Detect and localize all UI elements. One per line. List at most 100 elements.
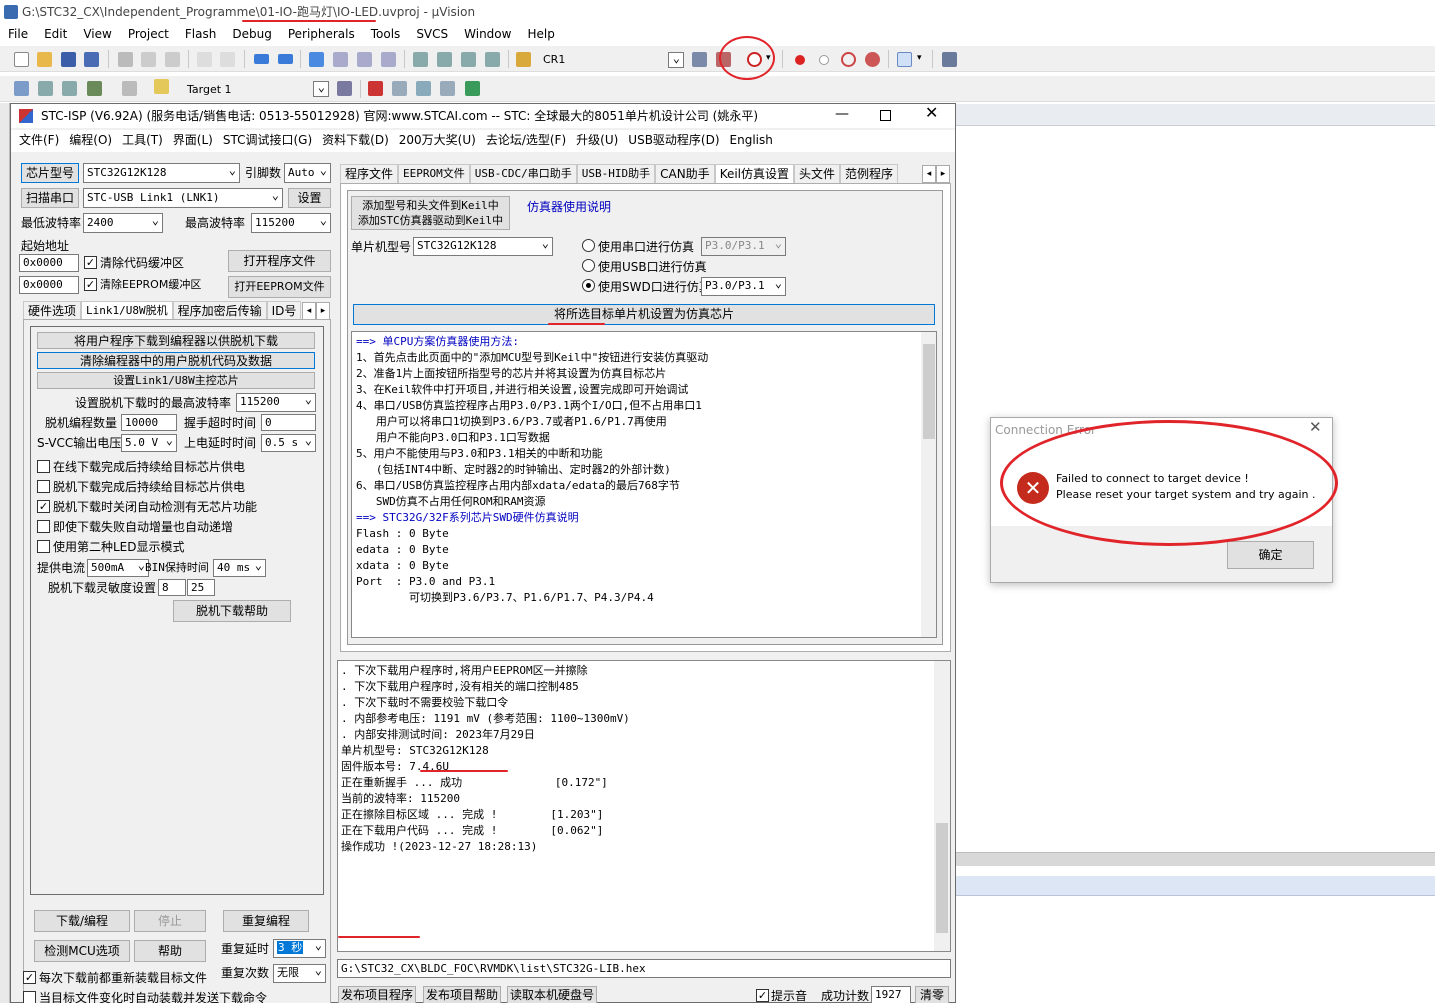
comment-icon[interactable] — [461, 52, 476, 67]
radio-usb-sim[interactable] — [582, 259, 595, 272]
target-options-icon[interactable] — [337, 81, 352, 96]
open-program-button[interactable]: 打开程序文件 — [228, 250, 331, 272]
bookmark-icon[interactable] — [309, 52, 324, 67]
beep-checkbox[interactable]: ✓ — [756, 989, 769, 1002]
port-select[interactable]: STC-USB Link1 (LNK1) — [83, 188, 283, 208]
offline-max-baud-select[interactable]: 115200 — [236, 393, 316, 412]
menu-project[interactable]: Project — [120, 24, 177, 44]
tab-encrypted[interactable]: 程序加密后传输 — [172, 301, 267, 320]
download-to-programmer-button[interactable]: 将用户程序下载到编程器以供脱机下载 — [37, 332, 315, 349]
min-baud-select[interactable]: 2400 — [83, 213, 163, 233]
tab-can[interactable]: CAN助手 — [655, 164, 715, 183]
save-icon[interactable] — [61, 52, 76, 67]
redo-icon[interactable] — [220, 52, 235, 67]
tab-eeprom-file[interactable]: EEPROM文件 — [398, 164, 470, 183]
read-disk-id-button[interactable]: 读取本机硬盘号 — [507, 986, 597, 1003]
cb-led-mode[interactable] — [37, 540, 50, 553]
build-icon[interactable] — [38, 81, 53, 96]
tab-header[interactable]: 头文件 — [794, 164, 841, 183]
help-scrollbar[interactable] — [921, 332, 936, 637]
download-program-button[interactable]: 下载/编程 — [34, 910, 130, 932]
eeprom-address-input[interactable]: 0x0000 — [19, 276, 79, 294]
tab-examples[interactable]: 范例程序 — [840, 164, 899, 183]
uvision-splitter[interactable] — [956, 852, 1435, 866]
stc-menu-tools[interactable]: 工具(T) — [117, 130, 168, 152]
clear-offline-code-button[interactable]: 清除编程器中的用户脱机代码及数据 — [37, 352, 315, 369]
new-file-icon[interactable] — [14, 52, 29, 67]
cb-auto-increment[interactable] — [37, 520, 50, 533]
stc-menu-debug-port[interactable]: STC调试接口(G) — [218, 130, 317, 152]
repeat-count-select[interactable]: 无限 — [273, 964, 326, 983]
menu-debug[interactable]: Debug — [224, 24, 279, 44]
publish-program-button[interactable]: 发布项目程序 — [338, 986, 416, 1003]
chip-model-button[interactable]: 芯片型号 — [21, 163, 79, 183]
breakpoint-disable-icon[interactable] — [819, 55, 829, 65]
find-in-files-icon[interactable] — [516, 52, 531, 67]
rebuild-icon[interactable] — [62, 81, 77, 96]
max-baud-select[interactable]: 115200 — [251, 213, 331, 233]
nav-forward-icon[interactable] — [278, 54, 293, 64]
find-combo-dropdown[interactable] — [668, 52, 684, 68]
log-scrollbar[interactable] — [934, 661, 950, 951]
simulator-manual-link[interactable]: 仿真器使用说明 — [527, 199, 611, 215]
breakpoint-kill-all-icon[interactable] — [865, 52, 880, 67]
clear-code-checkbox[interactable]: ✓ — [84, 256, 97, 269]
code-address-input[interactable]: 0x0000 — [19, 254, 79, 272]
swd-pin-select[interactable]: P3.0/P3.1 — [701, 277, 786, 296]
stc-menu-english[interactable]: English — [725, 130, 778, 152]
find-icon[interactable] — [692, 52, 707, 67]
current-select[interactable]: 500mA — [87, 559, 149, 577]
tab-usb-cdc[interactable]: USB-CDC/串口助手 — [469, 164, 577, 183]
serial-pin-select[interactable]: P3.0/P3.1 — [701, 237, 786, 256]
set-sim-chip-button[interactable]: 将所选目标单片机设置为仿真芯片 — [353, 304, 935, 325]
close-icon[interactable]: ✕ — [925, 105, 938, 121]
menu-file[interactable]: File — [0, 24, 36, 44]
pins-select[interactable]: Auto — [284, 163, 331, 183]
translate-icon[interactable] — [14, 81, 29, 96]
manage-components-icon[interactable] — [368, 81, 383, 96]
chip-model-select[interactable]: STC32G12K128 — [83, 163, 240, 183]
stc-menu-forum[interactable]: 去论坛/选型(F) — [481, 130, 571, 152]
tab-scroll-left-icon[interactable]: ◂ — [302, 302, 316, 320]
menu-flash[interactable]: Flash — [177, 24, 224, 44]
dialog-close-icon[interactable]: ✕ — [1309, 419, 1322, 435]
right-tab-scroll-right-icon[interactable]: ▸ — [936, 165, 950, 183]
cut-icon[interactable] — [118, 52, 133, 67]
add-to-keil-button[interactable]: 添加型号和头文件到Keil中 添加STC仿真器驱动到Keil中 — [351, 196, 510, 230]
find-combo[interactable]: CR1 — [543, 52, 565, 68]
bookmark-clear-icon[interactable] — [381, 52, 396, 67]
scan-port-button[interactable]: 扫描串口 — [21, 188, 79, 208]
log-scroll-thumb[interactable] — [936, 823, 948, 933]
hex-path-field[interactable]: G:\STC32_CX\BLDC_FOC\RVMDK\list\STC32G-L… — [337, 959, 951, 978]
menu-peripherals[interactable]: Peripherals — [280, 24, 363, 44]
tab-hardware-options[interactable]: 硬件选项 — [23, 301, 82, 320]
uncomment-icon[interactable] — [485, 52, 500, 67]
stop-build-icon[interactable] — [122, 81, 137, 96]
batch-build-icon[interactable] — [87, 81, 102, 96]
publish-help-button[interactable]: 发布项目帮助 — [423, 986, 501, 1003]
stc-menu-upgrade[interactable]: 升级(U) — [571, 130, 623, 152]
paste-icon[interactable] — [165, 52, 180, 67]
bookmark-next-icon[interactable] — [357, 52, 372, 67]
stc-menu-docs[interactable]: 资料下载(D) — [317, 130, 394, 152]
bookmark-prev-icon[interactable] — [333, 52, 348, 67]
detect-mcu-button[interactable]: 检测MCU选项 — [34, 940, 130, 962]
window-layout-icon[interactable] — [897, 52, 912, 67]
stc-menu-usb-driver[interactable]: USB驱动程序(D) — [623, 130, 724, 152]
stc-menu-prize[interactable]: 200万大奖(U) — [394, 130, 481, 152]
open-folder-icon[interactable] — [37, 52, 52, 67]
bin-hold-select[interactable]: 40 ms — [213, 559, 266, 577]
menu-window[interactable]: Window — [456, 24, 519, 44]
menu-tools[interactable]: Tools — [363, 24, 409, 44]
right-tab-scroll-left-icon[interactable]: ◂ — [922, 165, 936, 183]
tab-offline[interactable]: Link1/U8W脱机 — [81, 301, 173, 320]
save-all-icon[interactable] — [84, 52, 99, 67]
stc-menu-interface[interactable]: 界面(L) — [168, 130, 218, 152]
auto-load-checkbox[interactable] — [23, 991, 36, 1003]
radio-swd-sim[interactable] — [582, 279, 595, 292]
reload-checkbox[interactable]: ✓ — [23, 971, 36, 984]
poweron-delay-select[interactable]: 0.5 s — [261, 434, 316, 452]
clear-eeprom-checkbox[interactable]: ✓ — [84, 278, 97, 291]
configure-icon[interactable] — [942, 52, 957, 67]
cb-disable-detect[interactable]: ✓ — [37, 500, 50, 513]
